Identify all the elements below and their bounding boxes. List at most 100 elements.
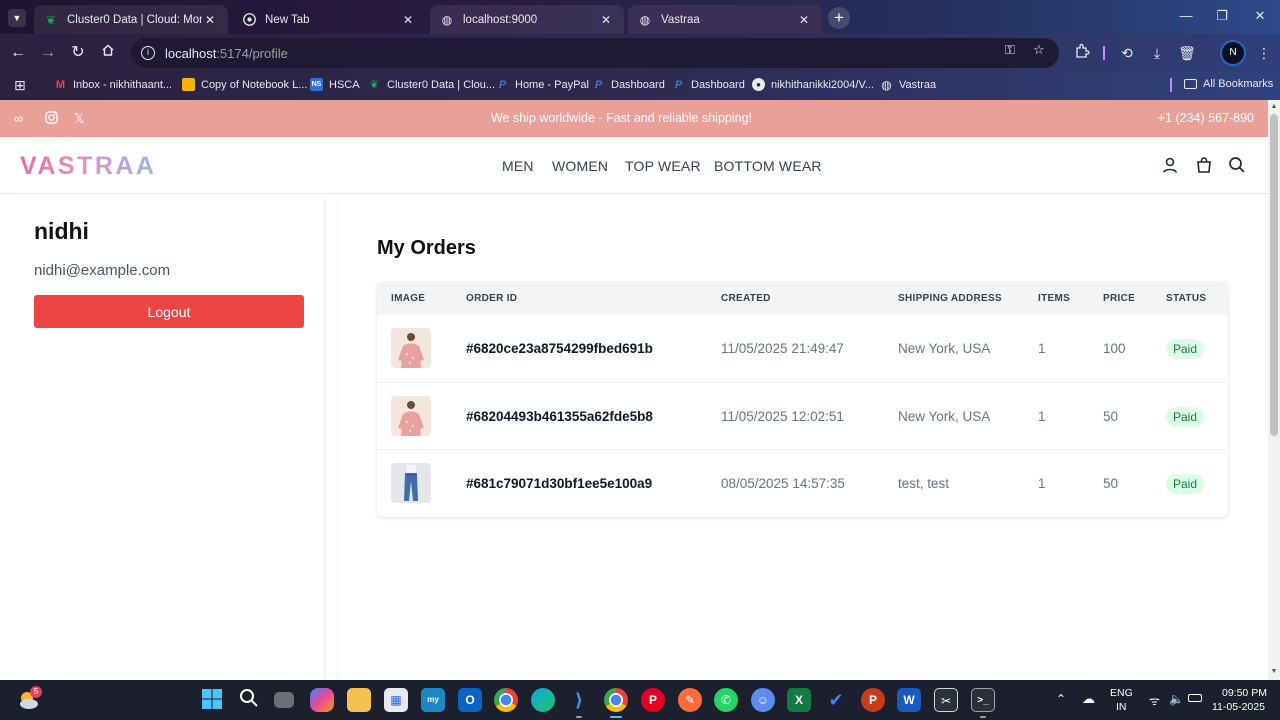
browser-tab-localhost-9000[interactable]: ◍ localhost:9000 ✕	[430, 5, 624, 34]
browser-tab-vastraa[interactable]: ◍ Vastraa ✕	[628, 5, 822, 34]
page-scrollbar[interactable]: ▲ ▼	[1268, 100, 1280, 680]
close-icon[interactable]: ✕	[202, 13, 218, 27]
minimize-icon[interactable]: —	[1176, 8, 1196, 23]
bookmark-inbox[interactable]: M Inbox - nikhithaant...	[54, 78, 172, 91]
chevron-up-icon[interactable]: ⌃	[1056, 692, 1066, 706]
copilot-icon[interactable]	[310, 688, 334, 712]
all-bookmarks-label: All Bookmarks	[1203, 78, 1274, 90]
windows-start-icon[interactable]	[200, 688, 224, 712]
mysql-workbench-icon[interactable]: my	[421, 688, 445, 712]
wifi-icon[interactable]: ᯤ	[1149, 692, 1160, 709]
teams-people-icon[interactable]: ☺	[751, 688, 775, 712]
product-thumbnail	[391, 463, 431, 503]
menu-kebab-icon[interactable]: ⋮	[1255, 45, 1273, 62]
user-icon[interactable]	[1161, 156, 1181, 176]
system-tray: ⌃ ☁ ENG IN ᯤ 🔈 09:50 PM 11-05-2025	[1054, 680, 1280, 720]
bookmark-github[interactable]: ● nikhithanikki2004/V...	[752, 78, 874, 91]
word-icon[interactable]: W	[897, 688, 921, 712]
shopping-bag-icon[interactable]	[1195, 156, 1215, 176]
tab-search-button[interactable]: ▼	[8, 9, 26, 27]
bookmark-label: Inbox - nikhithaant...	[73, 78, 173, 91]
table-row[interactable]: #68204493b461355a62fde5b8 11/05/2025 12:…	[377, 382, 1228, 449]
postman-icon[interactable]: ✎	[678, 688, 702, 712]
column-header-status: STATUS	[1166, 293, 1207, 304]
clock-date[interactable]: 11-05-2025	[1212, 701, 1265, 713]
vscode-icon[interactable]: ⟩	[567, 688, 591, 712]
reload-icon[interactable]: ↻	[68, 43, 88, 63]
order-items: 1	[1038, 341, 1046, 356]
battery-icon[interactable]	[1188, 694, 1202, 702]
browser-tab-new-tab[interactable]: New Tab ✕	[232, 5, 426, 34]
order-id[interactable]: #68204493b461355a62fde5b8	[466, 409, 653, 424]
whatsapp-icon[interactable]: ✆	[714, 688, 738, 712]
forward-icon[interactable]: →	[38, 43, 58, 63]
nav-link-top-wear[interactable]: TOP WEAR	[625, 158, 701, 174]
bookmark-label: Copy of Notebook L...	[201, 78, 308, 91]
home-icon[interactable]	[98, 43, 118, 63]
windows-taskbar: 5 ▦ my O ⟩ P ✎ ✆ ☺ X ✔ P W ✂ >_ ⌃ ☁ ENG …	[0, 680, 1280, 720]
profile-sidebar: nidhi nidhi@example.com Logout	[14, 200, 325, 680]
bookmark-paypal-home[interactable]: P Home - PayPal	[496, 78, 589, 91]
scrollbar-thumb[interactable]	[1270, 114, 1278, 436]
profile-avatar[interactable]: N	[1220, 40, 1246, 66]
todo-icon[interactable]: ✔	[824, 688, 848, 712]
region-indicator[interactable]: IN	[1116, 701, 1127, 713]
scroll-down-icon[interactable]: ▼	[1270, 668, 1278, 675]
bookmark-dashboard-2[interactable]: P Dashboard	[672, 78, 745, 91]
trash-icon[interactable]: 🗑	[1178, 45, 1196, 62]
bookmark-star-icon[interactable]: ☆	[1033, 42, 1045, 58]
table-row[interactable]: #6820ce23a8754299fbed691b 11/05/2025 21:…	[377, 315, 1228, 382]
pinterest-icon[interactable]: P	[641, 688, 665, 712]
address-bar[interactable]: i localhost:5174/profile	[131, 38, 1059, 68]
extensions-icon[interactable]	[1073, 43, 1091, 62]
language-indicator[interactable]: ENG	[1110, 687, 1133, 699]
all-bookmarks-folder[interactable]: All Bookmarks	[1184, 78, 1273, 90]
powerpoint-icon[interactable]: P	[861, 688, 885, 712]
bookmark-notebook[interactable]: Copy of Notebook L...	[182, 78, 307, 91]
close-icon[interactable]: ✕	[598, 13, 614, 27]
bookmarks-divider	[1170, 78, 1172, 92]
site-logo[interactable]: VASTRAA	[20, 152, 156, 181]
chrome-icon[interactable]	[494, 688, 518, 712]
bookmark-dashboard-1[interactable]: P Dashboard	[592, 78, 665, 91]
browser-tab-mongodb[interactable]: ❦ Cluster0 Data | Cloud: MongoDB ✕	[34, 5, 228, 34]
edge-icon[interactable]	[531, 688, 555, 712]
snipping-tool-icon[interactable]: ✂	[934, 688, 958, 712]
nav-link-women[interactable]: WOMEN	[552, 158, 608, 174]
bookmark-cluster0[interactable]: ❦ Cluster0 Data | Clou...	[368, 78, 495, 92]
window-close-icon[interactable]: ✕	[1250, 8, 1270, 24]
chrome-profile-icon[interactable]	[604, 688, 628, 712]
outlook-icon[interactable]: O	[458, 688, 482, 712]
back-icon[interactable]: ←	[8, 43, 28, 63]
nav-link-men[interactable]: MEN	[502, 158, 534, 174]
running-indicator	[576, 716, 582, 718]
search-icon[interactable]	[1228, 156, 1248, 176]
order-id[interactable]: #6820ce23a8754299fbed691b	[466, 341, 653, 356]
order-id[interactable]: #681c79071d30bf1ee5e100a9	[466, 476, 652, 491]
terminal-icon[interactable]: >_	[971, 688, 995, 712]
clock-time[interactable]: 09:50 PM	[1222, 687, 1267, 699]
onedrive-icon[interactable]: ☁	[1082, 691, 1095, 707]
file-explorer-icon[interactable]	[347, 688, 371, 712]
password-key-icon[interactable]: ⚿	[1005, 42, 1015, 58]
nav-link-bottom-wear[interactable]: BOTTOM WEAR	[714, 158, 822, 174]
task-view-icon[interactable]	[274, 692, 294, 708]
scroll-up-icon[interactable]: ▲	[1270, 103, 1278, 110]
restore-icon[interactable]: ❐	[1212, 8, 1232, 24]
apps-grid-icon[interactable]: ⊞	[14, 77, 26, 94]
history-icon[interactable]: ⟲	[1118, 45, 1136, 62]
bookmark-vastraa[interactable]: ◍ Vastraa	[880, 78, 936, 92]
weather-widget[interactable]: 5	[16, 686, 42, 712]
download-icon[interactable]: ⤓	[1148, 45, 1166, 62]
site-info-icon[interactable]: i	[141, 46, 155, 60]
new-tab-button[interactable]: +	[828, 7, 850, 29]
table-row[interactable]: #681c79071d30bf1ee5e100a9 08/05/2025 14:…	[377, 449, 1228, 516]
volume-icon[interactable]: 🔈	[1169, 692, 1184, 706]
search-icon[interactable]	[237, 688, 261, 712]
close-icon[interactable]: ✕	[400, 13, 416, 27]
logout-button[interactable]: Logout	[34, 295, 304, 328]
bookmark-hsca[interactable]: NS HSCA	[310, 78, 360, 91]
close-icon[interactable]: ✕	[796, 13, 812, 27]
microsoft-store-icon[interactable]: ▦	[384, 688, 408, 712]
excel-icon[interactable]: X	[787, 688, 811, 712]
